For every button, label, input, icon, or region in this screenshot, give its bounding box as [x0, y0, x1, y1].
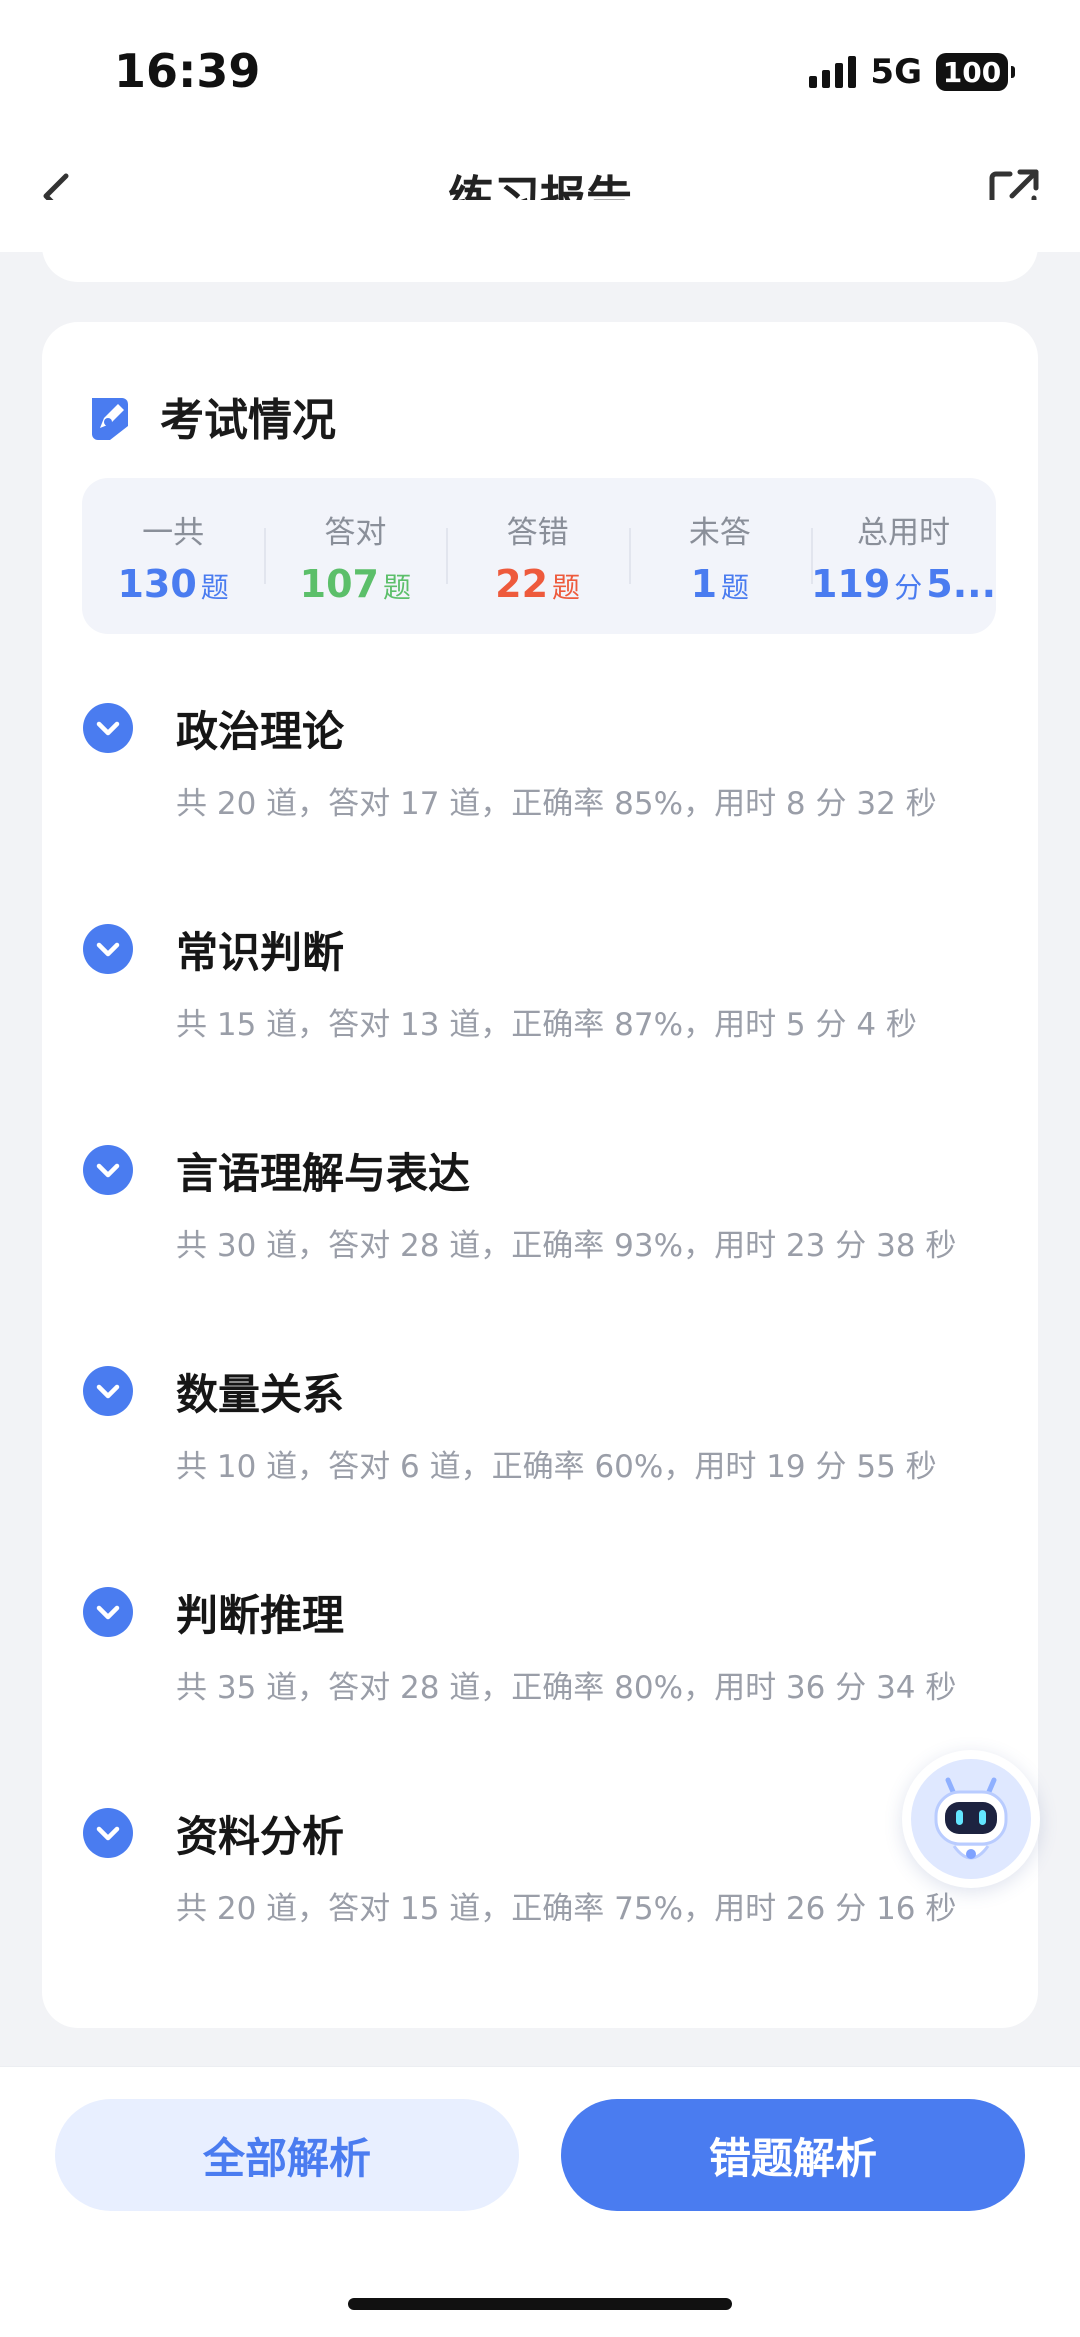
- network-type: 5G: [870, 52, 922, 92]
- section-detail: 共 20 道，答对 15 道，正确率 75%，用时 26 分 16 秒: [176, 1891, 957, 1927]
- section-item[interactable]: 资料分析 共 20 道，答对 15 道，正确率 75%，用时 26 分 16 秒: [42, 1805, 1038, 2026]
- chevron-down-circle-icon[interactable]: [82, 1807, 134, 1859]
- stat-unanswered: 未答 1题: [628, 478, 811, 634]
- stat-total-time: 总用时 119 分 5...: [810, 478, 997, 634]
- section-title: 判断推理: [176, 1591, 345, 1640]
- all-analysis-button[interactable]: 全部解析: [55, 2099, 519, 2211]
- exam-card-header: 考试情况: [82, 384, 336, 448]
- section-title: 数量关系: [176, 1370, 345, 1419]
- section-detail: 共 30 道，答对 28 道，正确率 93%，用时 23 分 38 秒: [176, 1228, 957, 1264]
- section-item[interactable]: 常识判断 共 15 道，答对 13 道，正确率 87%，用时 5 分 4 秒: [42, 921, 1038, 1142]
- section-title: 言语理解与表达: [176, 1149, 471, 1198]
- stats-panel: 一共 130 题 答对 107 题 答错 22 题 未答 1题 总用时 119 …: [82, 478, 996, 634]
- exam-card: 考试情况 一共 130 题 答对 107 题 答错 22 题 未答 1题 总用时…: [42, 322, 1038, 2028]
- status-bar: 16:39 5G 100: [0, 0, 1080, 140]
- section-list: 政治理论 共 20 道，答对 17 道，正确率 85%，用时 8 分 32 秒 …: [42, 700, 1038, 2026]
- status-time: 16:39: [114, 44, 261, 98]
- stat-value: 119 分 5...: [810, 561, 997, 606]
- stat-total: 一共 130 题: [82, 478, 264, 634]
- bottom-action-bar: 全部解析 错题解析: [0, 2066, 1080, 2337]
- stat-value: 130 题: [117, 561, 229, 606]
- stat-wrong: 答错 22 题: [446, 478, 628, 634]
- stat-value: 22 题: [495, 561, 581, 606]
- stat-label: 答错: [506, 514, 569, 551]
- section-detail: 共 20 道，答对 17 道，正确率 85%，用时 8 分 32 秒: [176, 786, 937, 822]
- wrong-analysis-button[interactable]: 错题解析: [561, 2099, 1025, 2211]
- chevron-down-circle-icon[interactable]: [82, 1365, 134, 1417]
- section-title: 常识判断: [176, 928, 345, 977]
- previous-card: [42, 200, 1038, 282]
- stat-label: 未答: [688, 514, 751, 551]
- home-indicator: [348, 2298, 732, 2310]
- section-title: 政治理论: [176, 707, 345, 756]
- stat-label: 答对: [324, 514, 387, 551]
- stat-value: 107 题: [299, 561, 412, 606]
- battery-level: 100: [942, 55, 1002, 89]
- chevron-down-circle-icon[interactable]: [82, 1144, 134, 1196]
- exam-card-title: 考试情况: [160, 395, 336, 446]
- section-title: 资料分析: [176, 1812, 345, 1861]
- section-item[interactable]: 政治理论 共 20 道，答对 17 道，正确率 85%，用时 8 分 32 秒: [42, 700, 1038, 921]
- section-detail: 共 15 道，答对 13 道，正确率 87%，用时 5 分 4 秒: [176, 1007, 917, 1043]
- signal-icon: [809, 56, 857, 88]
- chevron-down-circle-icon[interactable]: [82, 923, 134, 975]
- section-item[interactable]: 言语理解与表达 共 30 道，答对 28 道，正确率 93%，用时 23 分 3…: [42, 1142, 1038, 1363]
- section-item[interactable]: 判断推理 共 35 道，答对 28 道，正确率 80%，用时 36 分 34 秒: [42, 1584, 1038, 1805]
- stat-label: 总用时: [856, 514, 950, 551]
- stat-label: 一共: [142, 514, 205, 551]
- stat-correct: 答对 107 题: [264, 478, 446, 634]
- section-item[interactable]: 数量关系 共 10 道，答对 6 道，正确率 60%，用时 19 分 55 秒: [42, 1363, 1038, 1584]
- pencil-badge-icon: [92, 398, 128, 440]
- chevron-down-circle-icon[interactable]: [82, 702, 134, 754]
- section-detail: 共 10 道，答对 6 道，正确率 60%，用时 19 分 55 秒: [176, 1449, 937, 1485]
- stat-value: 1题: [690, 561, 750, 606]
- robot-icon: [911, 1759, 1031, 1879]
- assistant-button[interactable]: [902, 1750, 1040, 1888]
- status-indicators: 5G 100: [809, 50, 1015, 94]
- section-detail: 共 35 道，答对 28 道，正确率 80%，用时 36 分 34 秒: [176, 1670, 957, 1706]
- battery-icon: 100: [936, 53, 1015, 91]
- chevron-down-circle-icon[interactable]: [82, 1586, 134, 1638]
